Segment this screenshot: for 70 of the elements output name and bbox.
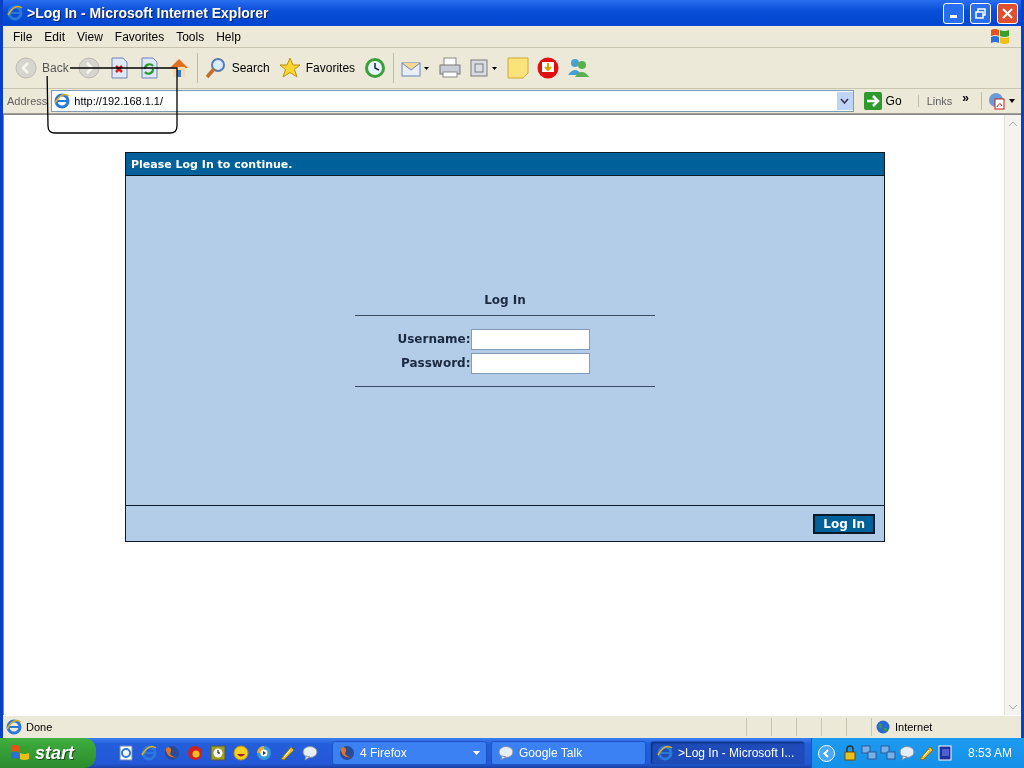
panel-header: Please Log In to continue. <box>126 153 884 176</box>
login-button[interactable]: Log In <box>813 513 875 534</box>
start-button[interactable]: start <box>0 738 96 768</box>
lock-icon[interactable] <box>841 745 858 761</box>
password-field[interactable] <box>470 352 590 374</box>
form-title: Log In <box>484 293 526 307</box>
browser-icon <box>7 5 23 21</box>
window-icon <box>469 57 500 79</box>
note-icon <box>507 57 530 79</box>
speech-bubble-icon <box>498 745 514 761</box>
star-icon <box>278 57 301 79</box>
window-title: >Log In - Microsoft Internet Explorer <box>27 5 270 21</box>
username-field[interactable] <box>470 328 590 350</box>
close-icon <box>1002 7 1013 19</box>
document-icon[interactable] <box>118 745 134 761</box>
menu-item[interactable]: Edit <box>38 29 72 44</box>
pencil-icon[interactable] <box>917 745 934 761</box>
people-icon <box>567 57 590 79</box>
network-icon[interactable] <box>879 745 896 761</box>
search-button[interactable]: Search <box>200 55 275 81</box>
browser-icon <box>54 93 71 109</box>
disc-icon[interactable] <box>187 745 203 761</box>
field-label: Username: <box>396 332 471 346</box>
security-zone: Internet <box>895 721 933 733</box>
menu-item[interactable]: File <box>7 29 39 44</box>
more-links-chevron[interactable]: » <box>962 91 969 105</box>
history-clock-icon <box>364 57 387 79</box>
caret-icon <box>473 751 480 755</box>
taskbar-button[interactable]: >Log In - Microsoft I... <box>650 741 805 765</box>
globe-icon <box>876 720 890 734</box>
address-field[interactable]: http://192.168.1.1/ <box>51 90 854 112</box>
dropdown-icon[interactable] <box>836 92 853 110</box>
windows-logo-icon <box>989 26 1011 47</box>
speech-bubble-icon[interactable] <box>898 745 915 761</box>
smiley-icon[interactable] <box>233 745 249 761</box>
fox-globe-icon[interactable] <box>164 745 180 761</box>
clock-icon[interactable] <box>210 745 226 761</box>
pencil-icon[interactable] <box>279 745 295 761</box>
browser-icon[interactable] <box>141 745 157 761</box>
book-icon[interactable] <box>936 745 953 761</box>
menu-item[interactable]: Favorites <box>108 29 171 44</box>
go-button[interactable]: Go <box>857 92 908 110</box>
show-icons-button[interactable] <box>817 744 835 762</box>
address-label: Address <box>7 95 48 107</box>
search-icon <box>204 57 227 79</box>
printer-icon <box>439 57 462 79</box>
favorites-button[interactable]: Favorites <box>274 55 361 81</box>
close-button[interactable] <box>997 2 1018 24</box>
clock: 8:53 AM <box>967 746 1012 760</box>
menu-item[interactable]: View <box>71 29 109 44</box>
status-text: Done <box>26 721 53 733</box>
windows-logo-icon <box>10 744 30 762</box>
media-player-icon[interactable] <box>256 745 272 761</box>
browser-icon <box>657 745 673 761</box>
arrow-icon <box>863 92 882 110</box>
fox-globe-icon <box>339 745 355 761</box>
speech-bubble-icon[interactable] <box>302 745 318 761</box>
menu-item[interactable]: Tools <box>170 29 211 44</box>
links-label[interactable]: Links <box>917 95 953 107</box>
minimize-button[interactable] <box>943 2 964 24</box>
field-label: Password: <box>400 356 471 370</box>
minimize-icon <box>950 14 957 18</box>
pdf-icon[interactable] <box>981 92 1015 110</box>
download-icon <box>537 57 560 79</box>
browser-icon <box>6 719 22 735</box>
taskbar-button[interactable]: Google Talk <box>491 741 646 765</box>
menu-item[interactable]: Help <box>210 29 247 44</box>
restore-button[interactable] <box>970 2 991 24</box>
taskbar-button[interactable]: 4 Firefox <box>332 741 487 765</box>
restore-icon <box>975 7 986 19</box>
